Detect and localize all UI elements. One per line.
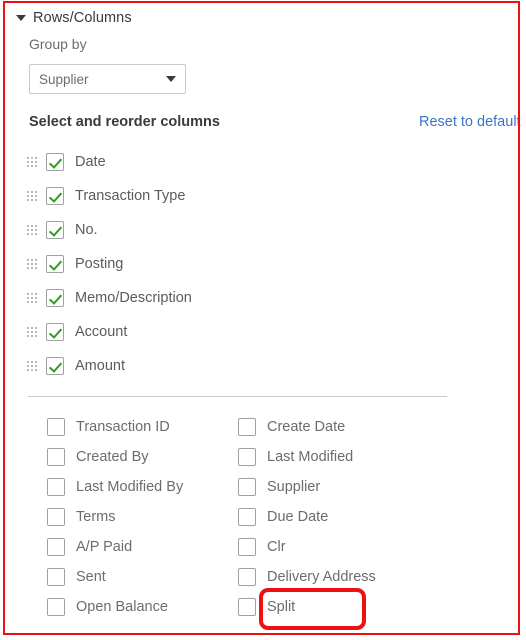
column-checkbox[interactable]	[238, 478, 256, 496]
column-checkbox[interactable]	[46, 153, 64, 171]
available-column-label: Split	[267, 599, 296, 615]
section-header-rows-columns[interactable]: Rows/Columns	[16, 8, 132, 28]
column-checkbox[interactable]	[47, 418, 65, 436]
available-column-option[interactable]: Split	[228, 598, 458, 616]
column-checkbox[interactable]	[46, 289, 64, 307]
available-column-option[interactable]: Created By	[0, 448, 228, 466]
available-column-option[interactable]: Last Modified By	[0, 478, 228, 496]
available-columns-row: A/P Paid Clr	[0, 532, 526, 562]
selected-column-row[interactable]: Amount	[0, 349, 526, 383]
column-checkbox[interactable]	[47, 598, 65, 616]
selected-column-row[interactable]: No.	[0, 213, 526, 247]
settings-panel-screen: Rows/Columns Group by Supplier Select an…	[0, 0, 526, 640]
selected-column-row[interactable]: Date	[0, 145, 526, 179]
selected-column-label: No.	[75, 222, 98, 238]
column-checkbox[interactable]	[238, 508, 256, 526]
drag-handle-icon[interactable]	[27, 292, 38, 304]
available-column-option[interactable]: Due Date	[228, 508, 458, 526]
available-column-option[interactable]: Sent	[0, 568, 228, 586]
available-columns-row: Last Modified By Supplier	[0, 472, 526, 502]
available-column-label: Created By	[76, 449, 149, 465]
select-reorder-heading: Select and reorder columns	[29, 114, 220, 130]
drag-handle-icon[interactable]	[27, 360, 38, 372]
available-column-option[interactable]: Transaction ID	[0, 418, 228, 436]
rows-columns-panel: Rows/Columns Group by Supplier Select an…	[0, 0, 526, 640]
selected-columns-list: Date Transaction Type No. Posting Memo/Descr…	[0, 145, 526, 383]
column-checkbox[interactable]	[46, 221, 64, 239]
available-column-option[interactable]: A/P Paid	[0, 538, 228, 556]
available-column-option[interactable]: Create Date	[228, 418, 458, 436]
available-columns-row: Transaction ID Create Date	[0, 412, 526, 442]
available-column-label: Delivery Address	[267, 569, 376, 585]
available-column-option[interactable]: Terms	[0, 508, 228, 526]
column-checkbox[interactable]	[238, 598, 256, 616]
column-checkbox[interactable]	[47, 538, 65, 556]
available-column-label: Last Modified By	[76, 479, 184, 495]
available-column-label: Supplier	[267, 479, 321, 495]
available-column-option[interactable]: Delivery Address	[228, 568, 458, 586]
column-checkbox[interactable]	[46, 357, 64, 375]
group-by-dropdown[interactable]: Supplier	[29, 64, 186, 94]
selected-column-label: Memo/Description	[75, 290, 192, 306]
available-columns-row: Terms Due Date	[0, 502, 526, 532]
available-column-option[interactable]: Last Modified	[228, 448, 458, 466]
available-column-label: Open Balance	[76, 599, 168, 615]
available-column-option[interactable]: Clr	[228, 538, 458, 556]
available-column-label: Sent	[76, 569, 106, 585]
selected-column-label: Account	[75, 324, 128, 340]
selected-column-label: Amount	[75, 358, 125, 374]
column-checkbox[interactable]	[47, 568, 65, 586]
section-title: Rows/Columns	[33, 10, 132, 26]
available-column-label: Terms	[76, 509, 116, 525]
selected-column-label: Posting	[75, 256, 124, 272]
reset-to-default-link[interactable]: Reset to default	[419, 114, 521, 130]
drag-handle-icon[interactable]	[27, 156, 38, 168]
selected-column-row[interactable]: Transaction Type	[0, 179, 526, 213]
selected-column-label: Transaction Type	[75, 188, 186, 204]
drag-handle-icon[interactable]	[27, 258, 38, 270]
drag-handle-icon[interactable]	[27, 190, 38, 202]
group-by-label: Group by	[29, 36, 87, 52]
caret-down-icon[interactable]	[16, 15, 26, 21]
available-column-label: Due Date	[267, 509, 329, 525]
column-checkbox[interactable]	[238, 448, 256, 466]
available-column-label: Clr	[267, 539, 286, 555]
available-column-label: Create Date	[267, 419, 346, 435]
section-divider	[28, 396, 447, 397]
available-columns-grid: Transaction ID Create Date Created By Last …	[0, 412, 526, 622]
selected-column-row[interactable]: Account	[0, 315, 526, 349]
column-checkbox[interactable]	[238, 568, 256, 586]
available-column-label: Last Modified	[267, 449, 354, 465]
column-checkbox[interactable]	[238, 418, 256, 436]
column-checkbox[interactable]	[46, 323, 64, 341]
column-checkbox[interactable]	[238, 538, 256, 556]
group-by-selected-value: Supplier	[39, 71, 89, 87]
available-column-option[interactable]: Supplier	[228, 478, 458, 496]
available-column-option[interactable]: Open Balance	[0, 598, 228, 616]
available-column-label: Transaction ID	[76, 419, 170, 435]
column-checkbox[interactable]	[47, 478, 65, 496]
drag-handle-icon[interactable]	[27, 224, 38, 236]
selected-column-row[interactable]: Posting	[0, 247, 526, 281]
column-checkbox[interactable]	[46, 255, 64, 273]
selected-column-label: Date	[75, 154, 106, 170]
available-columns-row: Open Balance Split	[0, 592, 526, 622]
available-column-label: A/P Paid	[76, 539, 133, 555]
drag-handle-icon[interactable]	[27, 326, 38, 338]
selected-column-row[interactable]: Memo/Description	[0, 281, 526, 315]
chevron-down-icon	[166, 76, 176, 82]
available-columns-row: Sent Delivery Address	[0, 562, 526, 592]
column-checkbox[interactable]	[47, 448, 65, 466]
column-checkbox[interactable]	[46, 187, 64, 205]
available-columns-row: Created By Last Modified	[0, 442, 526, 472]
column-checkbox[interactable]	[47, 508, 65, 526]
